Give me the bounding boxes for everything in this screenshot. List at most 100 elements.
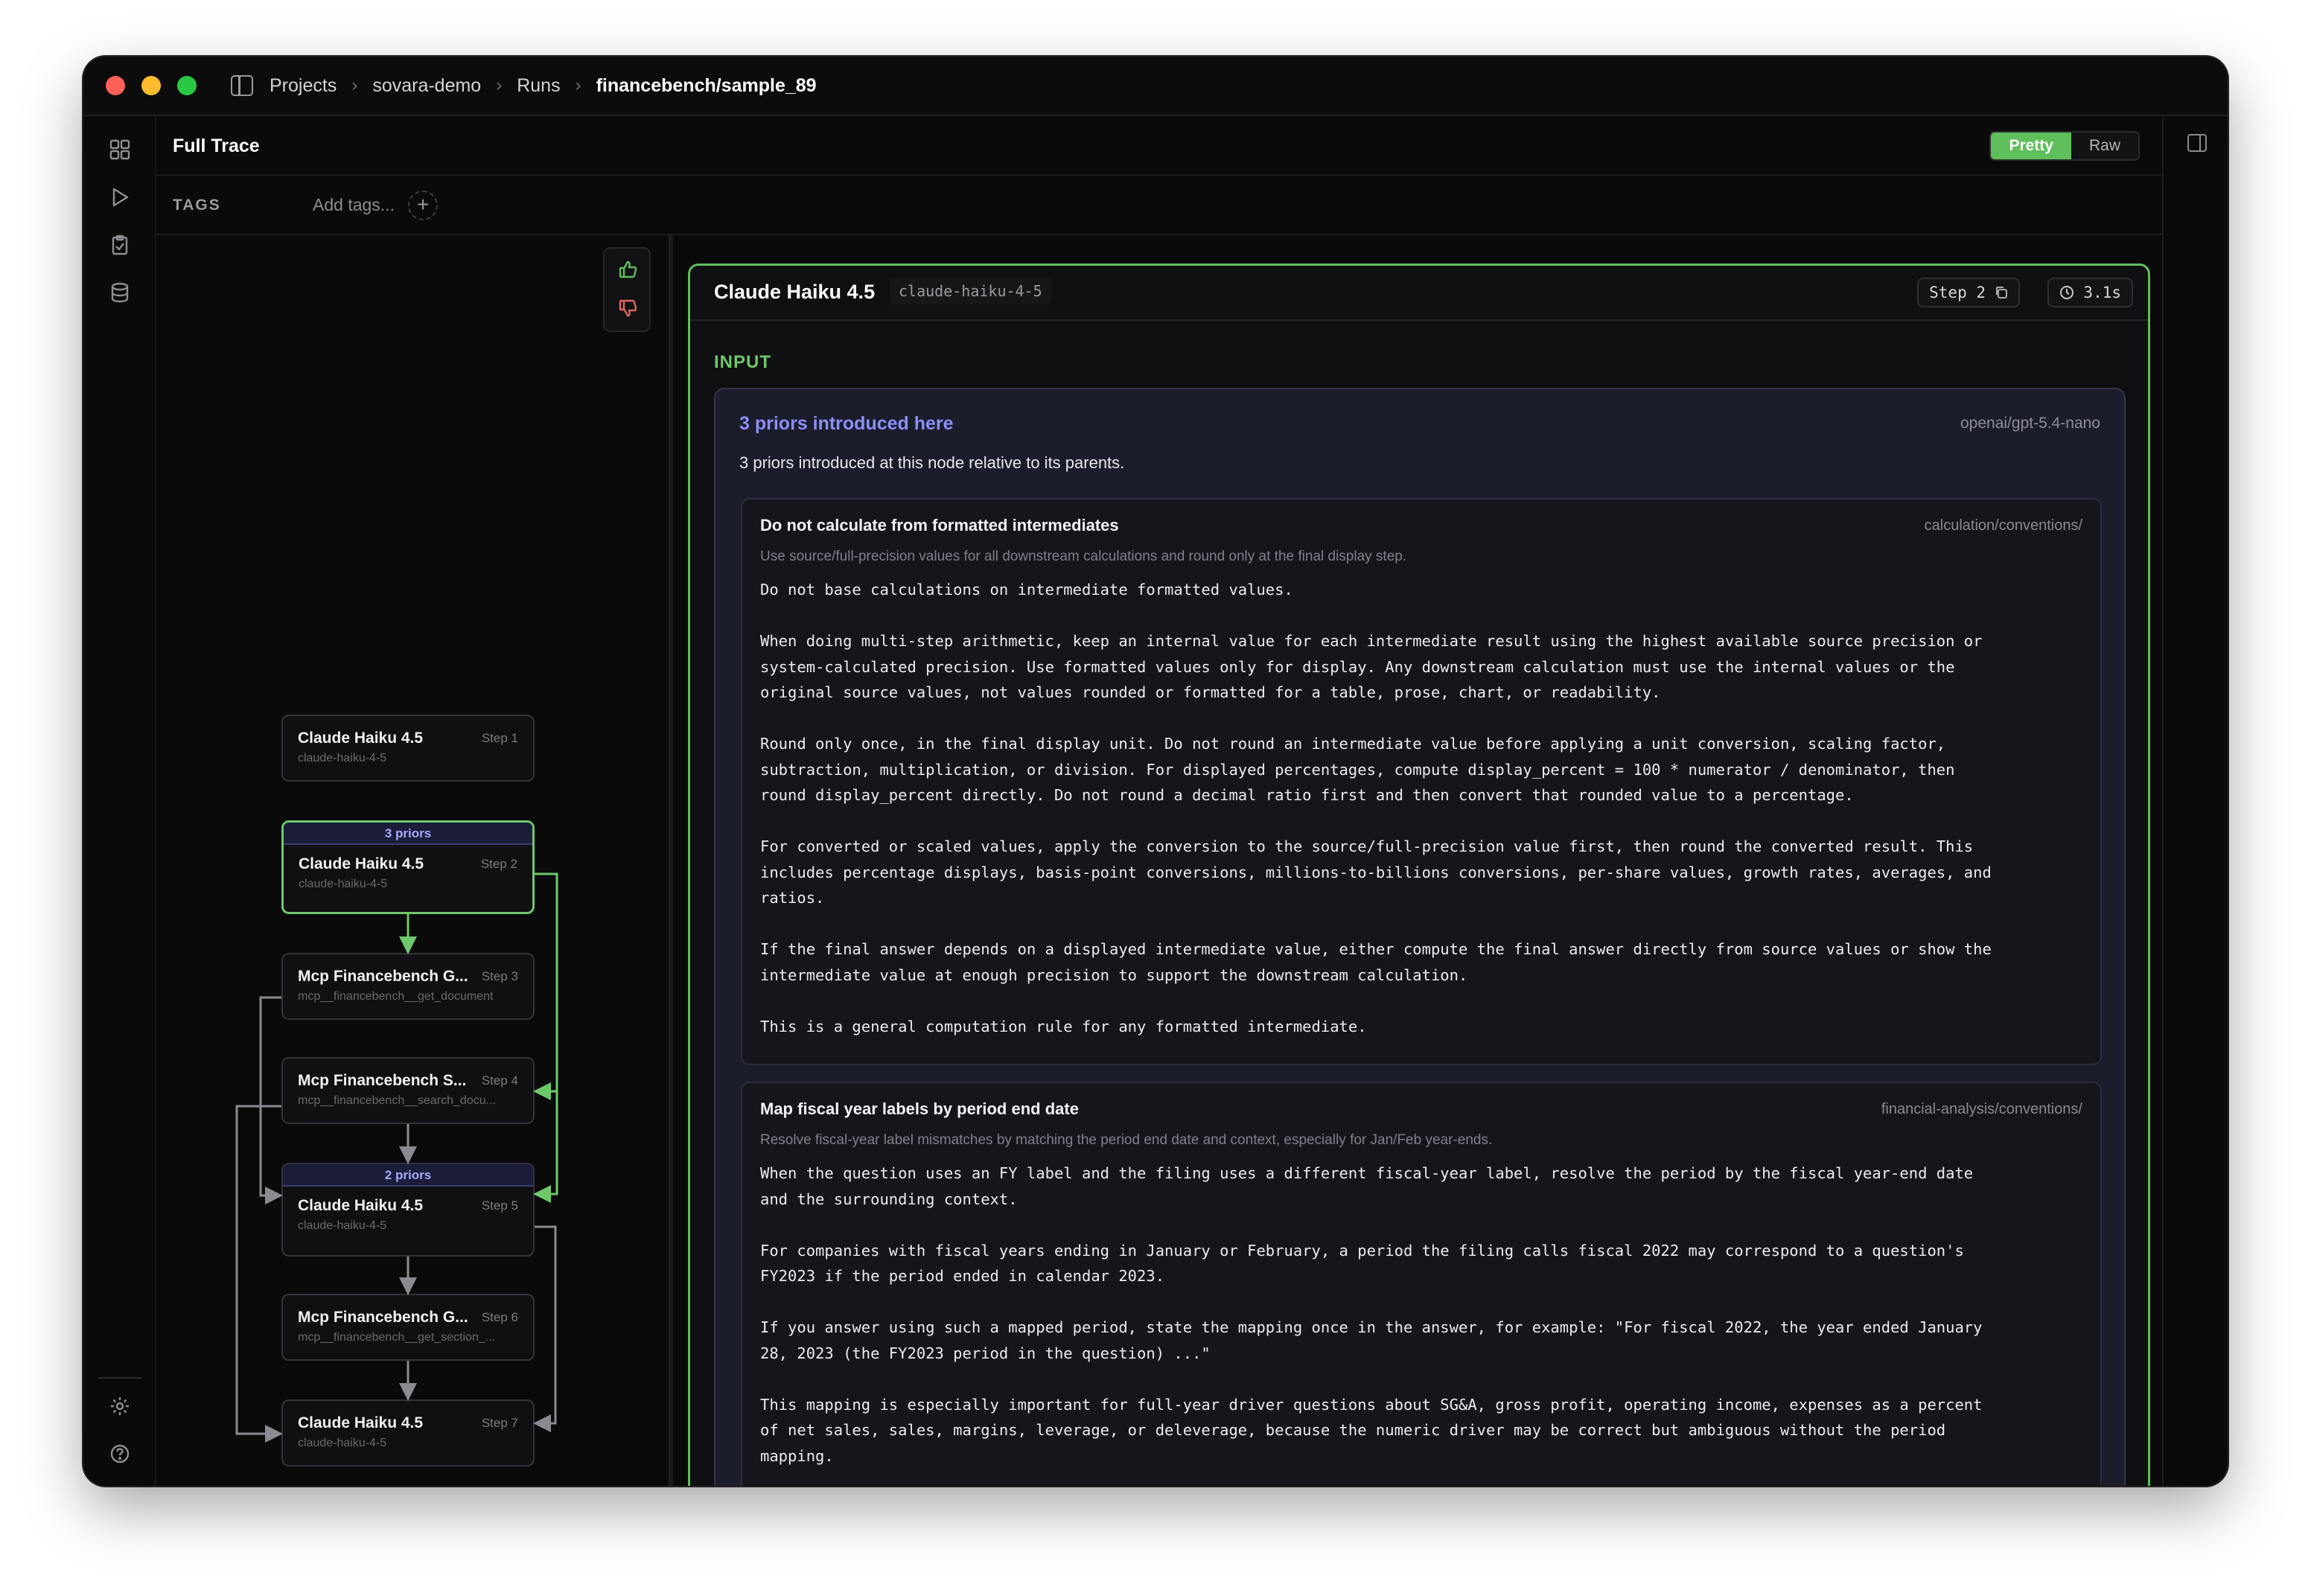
prior-summary: Resolve fiscal-year label mismatches by …: [760, 1132, 1493, 1148]
prior-paragraph: For companies with fiscal years ending i…: [760, 1241, 1964, 1286]
tags-bar: TAGS Add tags... +: [156, 176, 2162, 235]
duration-badge: 3.1s: [2047, 278, 2133, 307]
tags-input[interactable]: Add tags...: [313, 195, 395, 215]
node-name: Mcp Financebench G...: [298, 968, 468, 985]
prior-path: calculation/conventions/: [1924, 517, 2082, 534]
node-name: Claude Haiku 4.5: [298, 1414, 424, 1431]
model-name: Claude Haiku 4.5: [714, 281, 876, 303]
prior-paragraph: If the final answer depends on a display…: [760, 940, 1992, 984]
clock-icon: [2060, 286, 2074, 299]
breadcrumb-projects[interactable]: Projects: [270, 75, 337, 97]
prior-paragraph: If you answer using such a mapped period…: [760, 1318, 1983, 1362]
play-icon[interactable]: [109, 186, 131, 208]
left-rail: JD: [83, 116, 156, 1486]
prior-paragraph: When doing multi-step arithmetic, keep a…: [760, 632, 1983, 701]
prior-body: Do not base calculations on intermediate…: [760, 577, 2082, 1039]
database-icon[interactable]: [109, 281, 131, 304]
priors-card: 3 priors introduced here openai/gpt-5.4-…: [714, 388, 2126, 1486]
node-step: Step 6: [481, 1310, 518, 1324]
help-icon[interactable]: [109, 1443, 131, 1465]
node-subtitle: mcp__financebench__get_document: [298, 990, 494, 1003]
graph-node-step-4[interactable]: Mcp Financebench S... Step 4 mcp__finance…: [281, 1057, 535, 1124]
prior-card: Map fiscal year labels by period end dat…: [741, 1082, 2102, 1486]
step-badge[interactable]: Step 2: [1917, 278, 2020, 307]
sidebar-toggle-icon[interactable]: [231, 75, 253, 96]
input-section-label: INPUT: [714, 352, 771, 372]
graph-node-step-6[interactable]: Mcp Financebench G... Step 6 mcp__finance…: [281, 1294, 535, 1361]
prior-paragraph: This is a general computation rule for a…: [760, 1017, 1367, 1035]
dashboard-icon[interactable]: [109, 138, 131, 161]
copy-icon[interactable]: [1995, 286, 2008, 299]
prior-summary: Use source/full-precision values for all…: [760, 549, 1407, 564]
prior-paragraph: For converted or scaled values, apply th…: [760, 837, 1992, 907]
rail-divider: [98, 1377, 141, 1379]
node-name: Claude Haiku 4.5: [298, 730, 424, 747]
node-subtitle: claude-haiku-4-5: [298, 752, 387, 765]
step-detail-panel: Claude Haiku 4.5 claude-haiku-4-5 Step 2…: [688, 264, 2150, 1486]
minimize-window-button[interactable]: [141, 76, 161, 95]
chevron-right-icon: ›: [496, 75, 503, 95]
feedback-controls: [603, 247, 651, 332]
panel-resize-handle[interactable]: [669, 235, 673, 1486]
node-subtitle: claude-haiku-4-5: [299, 878, 388, 890]
priors-description: 3 priors introduced at this node relativ…: [739, 453, 1125, 472]
node-name: Claude Haiku 4.5: [298, 1197, 424, 1214]
detail-header: Claude Haiku 4.5 claude-haiku-4-5 Step 2…: [690, 266, 2148, 321]
graph-node-step-1[interactable]: Claude Haiku 4.5 Step 1 claude-haiku-4-5: [281, 715, 535, 782]
duration-value: 3.1s: [2083, 284, 2121, 301]
node-subtitle: mcp__financebench__get_section_...: [298, 1331, 496, 1344]
priors-badge: 3 priors: [284, 823, 532, 845]
settings-gear-icon[interactable]: [109, 1395, 131, 1417]
node-subtitle: claude-haiku-4-5: [298, 1219, 387, 1232]
raw-view-button[interactable]: Raw: [2071, 133, 2138, 159]
app-window: Projects › sovara-demo › Runs › financeb…: [83, 57, 2228, 1486]
prior-card: Do not calculate from formatted intermed…: [741, 498, 2102, 1065]
chevron-right-icon: ›: [351, 75, 358, 95]
node-subtitle: mcp__financebench__search_docu...: [298, 1094, 496, 1107]
node-step: Step 7: [481, 1416, 518, 1430]
node-name: Mcp Financebench G...: [298, 1309, 468, 1326]
maximize-window-button[interactable]: [177, 76, 197, 95]
node-step: Step 3: [481, 969, 518, 983]
graph-node-step-7[interactable]: Claude Haiku 4.5 Step 7 claude-haiku-4-5: [281, 1399, 535, 1466]
prior-title: Do not calculate from formatted intermed…: [760, 516, 1119, 534]
thumbs-up-icon[interactable]: [618, 259, 639, 280]
node-step: Step 1: [481, 731, 518, 745]
chevron-right-icon: ›: [575, 75, 581, 95]
node-name: Claude Haiku 4.5: [299, 855, 424, 872]
priors-badge: 2 priors: [283, 1164, 533, 1187]
model-id-badge: claude-haiku-4-5: [890, 278, 1051, 304]
graph-node-step-3[interactable]: Mcp Financebench G... Step 3 mcp__finance…: [281, 953, 535, 1020]
view-mode-toggle: Pretty Raw: [1989, 131, 2140, 161]
breadcrumb: Projects › sovara-demo › Runs › financeb…: [270, 75, 817, 97]
title-bar: Projects › sovara-demo › Runs › financeb…: [83, 57, 2228, 116]
prior-paragraph: Do not base calculations on intermediate…: [760, 581, 1293, 598]
prior-path: financial-analysis/conventions/: [1881, 1101, 2082, 1117]
add-tag-button[interactable]: +: [408, 191, 438, 220]
breadcrumb-project[interactable]: sovara-demo: [372, 75, 481, 97]
panel-toggle-icon[interactable]: [2187, 134, 2207, 152]
node-subtitle: claude-haiku-4-5: [298, 1437, 387, 1449]
priors-model: openai/gpt-5.4-nano: [1960, 415, 2100, 432]
right-rail: [2162, 116, 2228, 1486]
graph-node-step-2[interactable]: 3 priors Claude Haiku 4.5 Step 2 claude-h…: [281, 820, 535, 914]
node-step: Step 2: [480, 857, 517, 871]
prior-paragraph: This mapping is especially important for…: [760, 1395, 1983, 1465]
close-window-button[interactable]: [106, 76, 125, 95]
prior-paragraph: Round only once, in the final display un…: [760, 735, 1955, 804]
tags-label: TAGS: [173, 197, 221, 214]
graph-node-step-5[interactable]: 2 priors Claude Haiku 4.5 Step 5 claude-h…: [281, 1163, 535, 1257]
priors-title[interactable]: 3 priors introduced here: [739, 413, 954, 435]
thumbs-down-icon[interactable]: [618, 298, 639, 319]
window-controls: [106, 76, 197, 95]
trace-header: Full Trace Pretty Raw: [156, 116, 2162, 176]
prior-paragraph: When the question uses an FY label and t…: [760, 1164, 1974, 1208]
node-step: Step 4: [481, 1073, 518, 1088]
pretty-view-button[interactable]: Pretty: [1991, 133, 2071, 159]
page-title: Full Trace: [173, 135, 260, 156]
clipboard-check-icon[interactable]: [109, 234, 131, 256]
node-step: Step 5: [481, 1198, 518, 1213]
node-name: Mcp Financebench S...: [298, 1072, 467, 1089]
step-label: Step 2: [1929, 284, 1986, 301]
breadcrumb-runs[interactable]: Runs: [517, 75, 560, 97]
